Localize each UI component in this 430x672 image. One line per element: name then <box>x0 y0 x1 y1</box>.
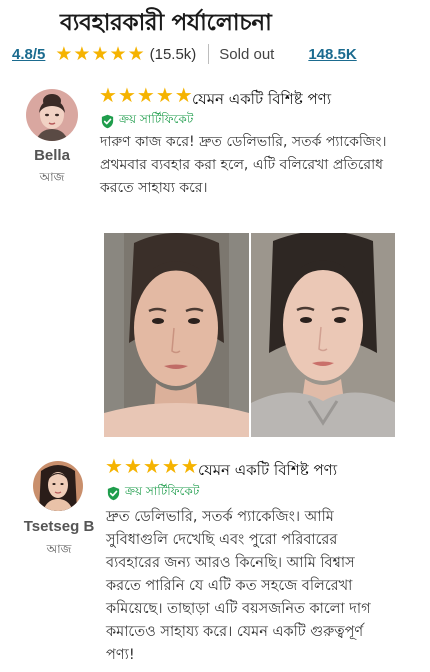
review-text-line: দ্রুত ডেলিভারি, সতর্ক প্যাকেজিং। আমি <box>106 509 334 525</box>
star-icon: ★ <box>174 83 193 107</box>
review-text-line: করতে পারিনি যে এটি কত সহজে বলিরেখা <box>106 578 353 594</box>
rating-summary: 4.8/5 ★ ★ ★ ★ ★ (15.5k) Sold out 148.5K <box>12 44 357 64</box>
review-text-line: সুবিধাগুলি দেখেছি এবং পুরো পরিবারের <box>106 532 338 548</box>
review-text-line: দারুণ কাজ করে! দ্রুত ডেলিভারি, সতর্ক প্য… <box>100 134 387 150</box>
verified-label: ক্রয় সার্টিফিকেট <box>119 112 194 126</box>
review-text-line: কমাতেও সাহায্য করে। যেমন একটি গুরুত্বপূর… <box>106 624 364 640</box>
verified-purchase-badge: ক্রয় সার্টিফিকেট <box>106 483 199 503</box>
review-text-line: করতে সাহায্য করে। <box>100 180 208 196</box>
average-rating-link[interactable]: 4.8/5 <box>12 46 45 63</box>
section-title: ব্যবহারকারী পর্যালোচনা <box>60 10 272 36</box>
star-icon: ★ <box>73 43 91 65</box>
review-date: আজ <box>46 542 72 556</box>
star-icon: ★ <box>123 454 142 478</box>
star-icon: ★ <box>136 83 155 107</box>
review-headline: যেমন একটি বিশিষ্ট পণ্য <box>192 90 332 108</box>
avatar <box>26 89 78 141</box>
star-icon: ★ <box>180 454 199 478</box>
star-icon: ★ <box>161 454 180 478</box>
divider <box>208 44 210 64</box>
verified-shield-icon <box>107 486 120 500</box>
reviewer-name: Tsetseg B <box>23 518 95 535</box>
star-icon: ★ <box>99 83 117 107</box>
sold-label: Sold out <box>219 45 275 63</box>
review-stars: ★ ★ ★ ★ ★ <box>105 454 199 478</box>
review-count: (15.5k) <box>149 45 197 63</box>
review-text-line: কমিয়েছে। তাছাড়া এটি বয়সজনিত কালো দাগ <box>106 601 371 617</box>
verified-purchase-badge: ক্রয় সার্টিফিকেট <box>100 111 193 131</box>
review-text: দ্রুত ডেলিভারি, সতর্ক প্যাকেজিং। আমি সুব… <box>106 506 424 667</box>
star-icon: ★ <box>117 83 136 107</box>
star-icon: ★ <box>142 454 161 478</box>
star-icon: ★ <box>91 43 109 65</box>
review-headline: যেমন একটি বিশিষ্ট পণ্য <box>198 461 338 479</box>
avatar <box>33 461 83 511</box>
star-icon: ★ <box>155 83 174 107</box>
star-icon: ★ <box>109 43 127 65</box>
summary-stars: ★ ★ ★ ★ ★ <box>55 45 144 64</box>
verified-shield-icon <box>101 114 114 128</box>
review-date: আজ <box>39 170 65 184</box>
star-icon: ★ <box>127 43 145 65</box>
review-text: দারুণ কাজ করে! দ্রুত ডেলিভারি, সতর্ক প্য… <box>100 131 420 200</box>
before-photo <box>104 233 249 437</box>
review-text-line: প্রথমবার ব্যবহার করা হলে, এটি বলিরেখা প্… <box>100 157 384 173</box>
star-icon: ★ <box>55 43 73 65</box>
sold-count-link[interactable]: 148.5K <box>308 46 356 63</box>
review-photo[interactable] <box>104 233 395 437</box>
review-stars: ★ ★ ★ ★ ★ <box>99 83 193 107</box>
review-text-line: ব্যবহারের জন্য আরও কিনেছি। আমি বিশ্বাস <box>106 555 355 571</box>
after-photo <box>250 233 395 437</box>
review-text-line: পণ্য! <box>106 647 135 663</box>
verified-label: ক্রয় সার্টিফিকেট <box>125 484 200 498</box>
star-icon: ★ <box>105 454 123 478</box>
reviewer-name: Bella <box>34 147 70 164</box>
